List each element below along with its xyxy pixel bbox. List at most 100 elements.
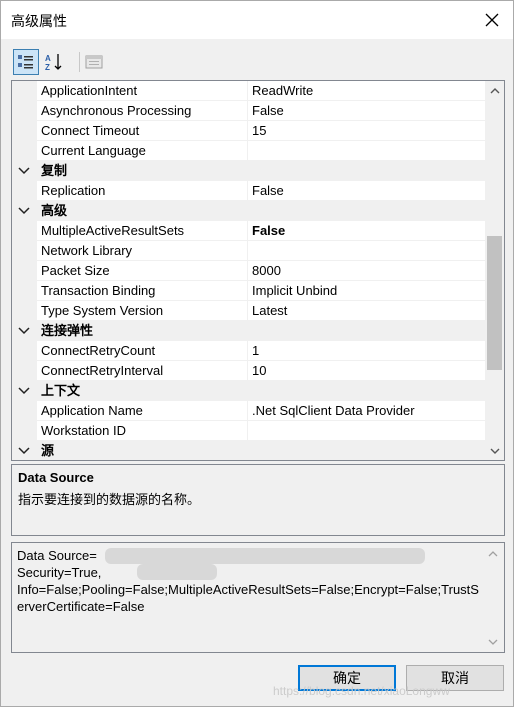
property-value[interactable]: 1 — [248, 341, 486, 361]
property-name: Replication — [37, 181, 248, 201]
property-value[interactable]: False — [248, 101, 486, 121]
property-grid-toolbar: A Z — [11, 47, 505, 77]
property-value[interactable]: False — [248, 181, 486, 201]
category-label: 连接弹性 — [41, 323, 94, 338]
property-value[interactable]: 15 — [248, 121, 486, 141]
scroll-down-button[interactable] — [485, 442, 504, 460]
property-name: Application Name — [37, 401, 248, 421]
category-row[interactable]: 复制 — [12, 161, 486, 181]
row-margin — [12, 301, 37, 321]
toolbar-separator — [79, 52, 80, 72]
property-row[interactable]: ConnectRetryInterval 10 — [12, 361, 486, 381]
category-label: 上下文 — [41, 383, 81, 398]
category-label: 源 — [41, 443, 55, 458]
redacted-area — [137, 564, 217, 580]
chevron-down-icon[interactable] — [17, 325, 31, 337]
advanced-properties-dialog: 高级属性 A Z ApplicationIntent ReadWrite Asy… — [0, 0, 514, 707]
alphabetical-sort-button[interactable]: A Z — [41, 49, 67, 75]
category-row[interactable]: 源 — [12, 441, 486, 460]
close-button[interactable] — [479, 7, 505, 33]
property-name: Connect Timeout — [37, 121, 248, 141]
property-value[interactable]: False — [248, 221, 486, 241]
category-row[interactable]: 高级 — [12, 201, 486, 221]
category-label: 高级 — [41, 203, 68, 218]
property-value[interactable] — [248, 141, 486, 161]
chevron-down-icon[interactable] — [17, 165, 31, 177]
property-name: ConnectRetryCount — [37, 341, 248, 361]
property-value[interactable]: Latest — [248, 301, 486, 321]
property-name: Current Language — [37, 141, 248, 161]
row-margin — [12, 81, 37, 101]
property-value[interactable]: 10 — [248, 361, 486, 381]
row-margin — [12, 421, 37, 441]
property-name: Packet Size — [37, 261, 248, 281]
chevron-down-icon[interactable] — [17, 205, 31, 217]
property-row[interactable]: Network Library — [12, 241, 486, 261]
property-pages-button[interactable] — [81, 49, 107, 75]
property-value[interactable]: ReadWrite — [248, 81, 486, 101]
chevron-up-icon — [488, 550, 498, 556]
connection-string-rest: Info=False;Pooling=False;MultipleActiveR… — [17, 582, 479, 614]
property-value[interactable] — [248, 241, 486, 261]
property-name: ApplicationIntent — [37, 81, 248, 101]
property-row[interactable]: Application Name .Net SqlClient Data Prov… — [12, 401, 486, 421]
property-row[interactable]: Connect Timeout 15 — [12, 121, 486, 141]
description-panel: Data Source 指示要连接到的数据源的名称。 — [11, 464, 505, 536]
property-value[interactable]: 8000 — [248, 261, 486, 281]
watermark: https://blog.csdn.net/xiaoLongww — [273, 684, 450, 698]
row-margin — [12, 101, 37, 121]
property-pages-icon — [85, 55, 103, 69]
chevron-down-icon[interactable] — [17, 385, 31, 397]
connection-string-line2: Security=True, — [17, 565, 102, 580]
property-row[interactable]: Asynchronous Processing False — [12, 101, 486, 121]
property-name: ConnectRetryInterval — [37, 361, 248, 381]
row-margin — [12, 261, 37, 281]
property-grid-scrollbar[interactable] — [485, 81, 504, 460]
text-scroll-down-button[interactable] — [486, 635, 500, 649]
category-row[interactable]: 连接弹性 — [12, 321, 486, 341]
scroll-up-button[interactable] — [485, 81, 504, 99]
property-name: Type System Version — [37, 301, 248, 321]
property-row[interactable]: Packet Size 8000 — [12, 261, 486, 281]
chevron-down-icon — [490, 448, 499, 454]
property-row[interactable]: Type System Version Latest — [12, 301, 486, 321]
chevron-down-icon[interactable] — [17, 445, 31, 457]
property-name: Asynchronous Processing — [37, 101, 248, 121]
property-row[interactable]: ApplicationIntent ReadWrite — [12, 81, 486, 101]
property-row[interactable]: Replication False — [12, 181, 486, 201]
row-margin — [12, 361, 37, 381]
chevron-up-icon — [490, 87, 499, 93]
categorized-view-icon — [18, 55, 33, 69]
property-value[interactable]: .Net SqlClient Data Provider — [248, 401, 486, 421]
property-grid-rows: ApplicationIntent ReadWrite Asynchronous P… — [12, 81, 486, 460]
property-value[interactable]: Implicit Unbind — [248, 281, 486, 301]
svg-text:A: A — [45, 54, 51, 63]
row-margin — [12, 241, 37, 261]
property-name: Workstation ID — [37, 421, 248, 441]
property-grid: ApplicationIntent ReadWrite Asynchronous P… — [11, 80, 505, 461]
connection-string-line1: Data Source= — [17, 548, 97, 563]
category-label: 复制 — [41, 163, 68, 178]
row-margin — [12, 281, 37, 301]
connection-string-text: Data Source= Security=True, Info=False;P… — [17, 547, 482, 615]
svg-text:Z: Z — [45, 63, 50, 72]
property-name: Network Library — [37, 241, 248, 261]
property-name: MultipleActiveResultSets — [37, 221, 248, 241]
close-icon — [485, 13, 499, 27]
row-margin — [12, 181, 37, 201]
scroll-thumb[interactable] — [487, 236, 502, 370]
property-row[interactable]: Current Language — [12, 141, 486, 161]
property-value[interactable] — [248, 421, 486, 441]
property-row[interactable]: Transaction Binding Implicit Unbind — [12, 281, 486, 301]
categorized-view-button[interactable] — [13, 49, 39, 75]
description-text: 指示要连接到的数据源的名称。 — [18, 492, 201, 507]
property-row[interactable]: Workstation ID — [12, 421, 486, 441]
property-name: Transaction Binding — [37, 281, 248, 301]
category-row[interactable]: 上下文 — [12, 381, 486, 401]
connection-string-box[interactable]: Data Source= Security=True, Info=False;P… — [11, 542, 505, 653]
row-margin — [12, 341, 37, 361]
property-row[interactable]: ConnectRetryCount 1 — [12, 341, 486, 361]
row-margin — [12, 401, 37, 421]
text-scroll-up-button[interactable] — [486, 546, 500, 560]
property-row[interactable]: MultipleActiveResultSets False — [12, 221, 486, 241]
